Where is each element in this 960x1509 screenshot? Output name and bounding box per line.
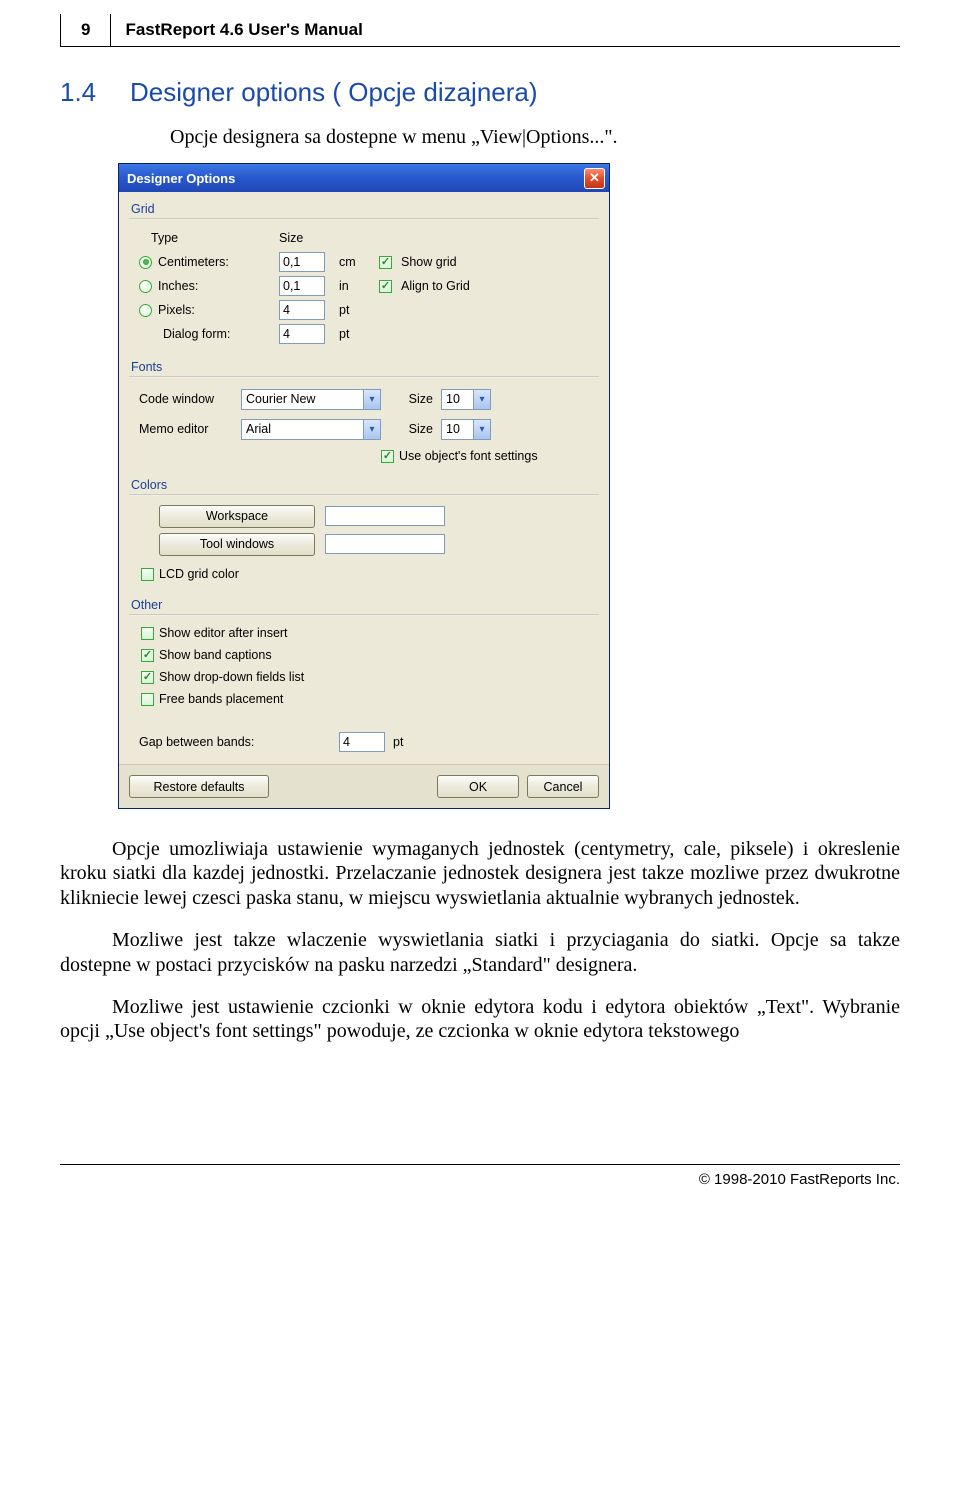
checkbox-label: Free bands placement [159,692,283,706]
unit-label: pt [339,327,379,341]
page-footer: © 1998-2010 FastReports Inc. [60,1164,900,1206]
group-other-label: Other [129,594,599,612]
cancel-button[interactable]: Cancel [527,775,599,798]
checkbox-icon [381,450,394,463]
group-fonts-label: Fonts [129,356,599,374]
grid-type-header: Type [129,231,279,245]
checkbox-free-bands[interactable]: Free bands placement [141,688,599,710]
code-window-label: Code window [129,392,241,406]
page-number: 9 [60,14,111,47]
checkbox-show-band-captions[interactable]: Show band captions [141,644,599,666]
designer-options-dialog: Designer Options ✕ Grid Type Size Centim… [118,163,610,809]
gap-value-input[interactable] [339,732,385,752]
checkbox-label: LCD grid color [159,567,239,581]
radio-inches[interactable]: Inches: [129,279,279,293]
dialog-title: Designer Options [127,171,584,186]
chevron-down-icon: ▾ [363,390,380,409]
radio-icon [139,256,152,269]
memo-font-combo[interactable]: Arial ▾ [241,419,381,440]
checkbox-show-grid[interactable]: Show grid [379,255,599,269]
divider [129,376,599,378]
workspace-color-button[interactable]: Workspace [159,505,315,528]
checkbox-label: Use object's font settings [399,449,538,463]
checkbox-label: Align to Grid [401,279,470,293]
toolwindows-color-button[interactable]: Tool windows [159,533,315,556]
chevron-down-icon: ▾ [473,390,490,409]
checkbox-align-grid[interactable]: Align to Grid [379,279,599,293]
section-intro: Opcje designera sa dostepne w menu „View… [170,126,900,149]
section-number: 1.4 [60,77,130,108]
radio-label: Inches: [158,279,198,293]
checkbox-label: Show editor after insert [159,626,288,640]
close-icon[interactable]: ✕ [584,168,605,189]
cm-value-input[interactable] [279,252,325,272]
group-grid-label: Grid [129,198,599,216]
checkbox-label: Show band captions [159,648,272,662]
divider [129,614,599,616]
body-text: Opcje umozliwiaja ustawienie wymaganych … [60,837,900,1044]
paragraph: Mozliwe jest takze wlaczenie wyswietlani… [60,928,900,977]
unit-label: pt [393,735,403,749]
checkbox-use-object-font[interactable]: Use object's font settings [381,449,538,463]
chevron-down-icon: ▾ [473,420,490,439]
divider [129,494,599,496]
manual-title: FastReport 4.6 User's Manual [125,20,362,40]
radio-label: Centimeters: [158,255,229,269]
checkbox-label: Show grid [401,255,457,269]
checkbox-icon [141,568,154,581]
memo-size-combo[interactable]: 10 ▾ [441,419,491,440]
paragraph: Opcje umozliwiaja ustawienie wymaganych … [60,837,900,910]
unit-label: pt [339,303,379,317]
checkbox-icon [141,627,154,640]
checkbox-show-dropdown-fields[interactable]: Show drop-down fields list [141,666,599,688]
checkbox-icon [141,649,154,662]
checkbox-icon [379,280,392,293]
code-font-combo[interactable]: Courier New ▾ [241,389,381,410]
size-label: Size [381,392,441,406]
chevron-down-icon: ▾ [363,420,380,439]
dialog-titlebar[interactable]: Designer Options ✕ [119,164,609,192]
checkbox-icon [141,693,154,706]
page-header: 9 FastReport 4.6 User's Manual [60,14,900,47]
pt-value-input[interactable] [279,300,325,320]
checkbox-lcd-grid[interactable]: LCD grid color [141,567,239,581]
ok-button[interactable]: OK [437,775,519,798]
size-label: Size [381,422,441,436]
radio-icon [139,304,152,317]
workspace-color-swatch [325,506,445,526]
unit-label: cm [339,255,379,269]
gap-label: Gap between bands: [139,735,339,749]
divider [129,218,599,220]
restore-defaults-button[interactable]: Restore defaults [129,775,269,798]
section-heading: 1.4 Designer options ( Opcje dizajnera) [60,77,900,108]
group-colors-label: Colors [129,474,599,492]
dialog-button-bar: Restore defaults OK Cancel [119,764,609,808]
radio-centimeters[interactable]: Centimeters: [129,255,279,269]
radio-icon [139,280,152,293]
checkbox-show-editor[interactable]: Show editor after insert [141,622,599,644]
code-size-combo[interactable]: 10 ▾ [441,389,491,410]
memo-editor-label: Memo editor [129,422,241,436]
checkbox-label: Show drop-down fields list [159,670,304,684]
radio-pixels[interactable]: Pixels: [129,303,279,317]
radio-label: Pixels: [158,303,195,317]
paragraph: Mozliwe jest ustawienie czcionki w oknie… [60,995,900,1044]
section-title: Designer options ( Opcje dizajnera) [130,77,538,108]
checkbox-icon [379,256,392,269]
in-value-input[interactable] [279,276,325,296]
dialog-form-label: Dialog form: [129,327,279,341]
unit-label: in [339,279,379,293]
toolwindows-color-swatch [325,534,445,554]
dialogform-value-input[interactable] [279,324,325,344]
checkbox-icon [141,671,154,684]
grid-size-header: Size [279,231,339,245]
